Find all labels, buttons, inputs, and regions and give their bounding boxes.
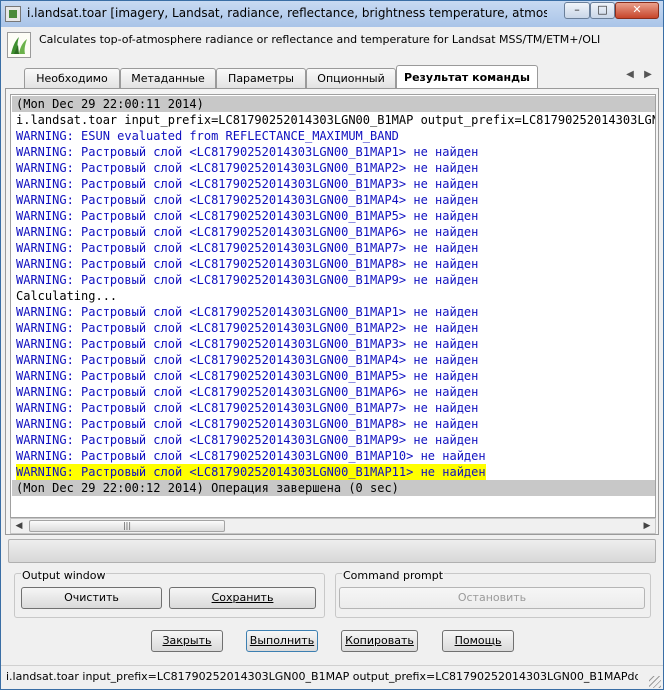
output-line: Calculating... [16, 289, 118, 303]
tab-parameters[interactable]: Параметры [216, 68, 306, 88]
output-line: WARNING: ESUN evaluated from REFLECTANCE… [16, 129, 399, 143]
output-window-group: Output window Очистить Сохранить [14, 569, 325, 618]
output-line: WARNING: Растровый слой <LC8179025201430… [16, 305, 479, 319]
run-button[interactable]: Выполнить [246, 630, 318, 652]
output-line: WARNING: Растровый слой <LC8179025201430… [16, 401, 479, 415]
tab-metadata[interactable]: Метаданные [120, 68, 216, 88]
tab-scroll-arrows: ◀ ▶ [621, 69, 659, 85]
horizontal-scrollbar[interactable]: ◀ ||| ▶ [10, 518, 656, 534]
tab-command-output[interactable]: Результат команды [396, 65, 538, 89]
title-bar[interactable]: i.landsat.toar [imagery, Landsat, radian… [1, 1, 663, 27]
tab-scroll-right-icon[interactable]: ▶ [639, 69, 657, 80]
command-output-panel: (Mon Dec 29 22:00:11 2014) i.landsat.toar… [5, 88, 659, 535]
output-line: i.landsat.toar input_prefix=LC8179025201… [16, 113, 656, 127]
status-bar: i.landsat.toar input_prefix=LC8179025201… [1, 665, 663, 689]
close-window-button[interactable]: ✕ [615, 2, 659, 19]
tab-scroll-left-icon[interactable]: ◀ [621, 69, 639, 80]
tab-optional[interactable]: Опционный [306, 68, 396, 88]
output-line: WARNING: Растровый слой <LC8179025201430… [16, 145, 479, 159]
output-line: WARNING: Растровый слой <LC8179025201430… [16, 241, 479, 255]
command-prompt-label: Command prompt [342, 569, 445, 582]
progress-bar [8, 539, 656, 563]
stop-label: Остановить [457, 591, 527, 604]
command-output-log[interactable]: (Mon Dec 29 22:00:11 2014) i.landsat.toar… [10, 94, 656, 518]
app-icon [5, 6, 21, 22]
grass-module-icon [7, 32, 31, 58]
stop-button[interactable]: Остановить [339, 587, 645, 609]
output-line: WARNING: Растровый слой <LC8179025201430… [16, 193, 479, 207]
minimize-button[interactable]: – [564, 2, 590, 19]
output-line: (Mon Dec 29 22:00:11 2014) [12, 96, 655, 112]
output-line: WARNING: Растровый слой <LC8179025201430… [16, 225, 479, 239]
output-window-label: Output window [21, 569, 107, 582]
scroll-left-arrow-icon[interactable]: ◀ [12, 520, 26, 532]
scrollbar-thumb[interactable]: ||| [29, 520, 225, 532]
output-line: WARNING: Растровый слой <LC8179025201430… [16, 464, 486, 480]
module-description: Calculates top-of-atmosphere radiance or… [39, 33, 601, 46]
output-line: WARNING: Растровый слой <LC8179025201430… [16, 449, 486, 463]
help-label: Помощь [454, 634, 502, 647]
status-command-text: i.landsat.toar input_prefix=LC8179025201… [6, 670, 638, 683]
help-button[interactable]: Помощь [442, 630, 514, 652]
tab-bar: Необходимо Метаданные Параметры Опционны… [1, 65, 663, 89]
output-line: WARNING: Растровый слой <LC8179025201430… [16, 209, 479, 223]
window-title: i.landsat.toar [imagery, Landsat, radian… [27, 6, 547, 20]
close-button[interactable]: Закрыть [151, 630, 223, 652]
close-label: Закрыть [162, 634, 212, 647]
copy-button[interactable]: Копировать [341, 630, 418, 652]
run-label: Выполнить [249, 634, 315, 647]
main-window: i.landsat.toar [imagery, Landsat, radian… [0, 0, 664, 690]
output-line: WARNING: Растровый слой <LC8179025201430… [16, 273, 479, 287]
output-line: WARNING: Растровый слой <LC8179025201430… [16, 385, 479, 399]
output-line: (Mon Dec 29 22:00:12 2014) Операция заве… [12, 480, 655, 496]
save-output-button[interactable]: Сохранить [169, 587, 316, 609]
copy-label: Копировать [345, 634, 414, 647]
output-line: WARNING: Растровый слой <LC8179025201430… [16, 257, 479, 271]
scroll-right-arrow-icon[interactable]: ▶ [640, 520, 654, 532]
output-line: WARNING: Растровый слой <LC8179025201430… [16, 321, 479, 335]
output-line: WARNING: Растровый слой <LC8179025201430… [16, 369, 479, 383]
output-line: WARNING: Растровый слой <LC8179025201430… [16, 353, 479, 367]
tab-required[interactable]: Необходимо [24, 68, 120, 88]
output-line: WARNING: Растровый слой <LC8179025201430… [16, 433, 479, 447]
output-line: WARNING: Растровый слой <LC8179025201430… [16, 177, 479, 191]
clear-output-label: Очистить [64, 591, 119, 604]
output-line: WARNING: Растровый слой <LC8179025201430… [16, 417, 479, 431]
command-prompt-group: Command prompt Остановить [335, 569, 651, 618]
description-bar: Calculates top-of-atmosphere radiance or… [1, 27, 663, 65]
output-line: WARNING: Растровый слой <LC8179025201430… [16, 161, 479, 175]
save-output-label: Сохранить [211, 591, 274, 604]
resize-grip-icon[interactable] [649, 676, 661, 688]
maximize-button[interactable]: □ [590, 2, 615, 19]
clear-output-button[interactable]: Очистить [21, 587, 162, 609]
output-line: WARNING: Растровый слой <LC8179025201430… [16, 337, 479, 351]
